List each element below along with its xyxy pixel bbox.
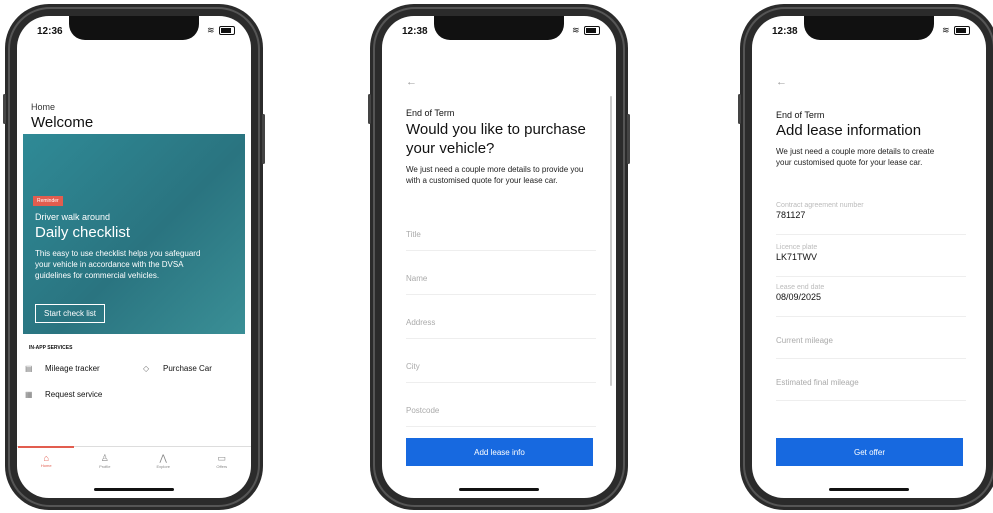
contract-number-field[interactable]: Contract agreement number 781127: [776, 202, 966, 235]
status-time: 12:38: [402, 26, 428, 37]
battery-icon: [584, 26, 600, 36]
battery-icon: [954, 26, 970, 36]
odometer-icon: ▤: [25, 364, 33, 373]
description: We just need a couple more details to pr…: [406, 165, 584, 185]
tab-explore[interactable]: ⋀ Explore: [143, 447, 183, 487]
phone-lease-information: 12:38 ≋ ← End of Term Add lease informat…: [738, 4, 993, 510]
page-title: Welcome: [31, 114, 94, 131]
service-mileage-tracker[interactable]: ▤ Mileage tracker: [25, 364, 100, 373]
tab-profile[interactable]: ♙ Profile: [85, 447, 125, 487]
page-title: Would you like to purchase your vehicle?: [406, 121, 586, 157]
daily-checklist-card[interactable]: Reminder Driver walk around Daily checkl…: [23, 134, 245, 334]
power-button: [262, 114, 265, 164]
hero-title: Daily checklist: [35, 224, 131, 241]
screen: 12:38 ≋ ← End of Term Add lease informat…: [752, 16, 986, 498]
back-arrow-icon[interactable]: ←: [406, 76, 417, 88]
current-mileage-field[interactable]: Current mileage: [776, 336, 966, 359]
volume-button: [368, 94, 371, 124]
status-icons: ≋: [942, 25, 970, 36]
power-button: [627, 114, 630, 164]
status-icons: ≋: [207, 25, 235, 36]
start-checklist-button[interactable]: Start check list: [35, 304, 106, 323]
explore-icon: ⋀: [159, 453, 167, 463]
field-label: Licence plate: [776, 244, 818, 251]
back-arrow-icon[interactable]: ←: [776, 76, 787, 88]
tab-label: Profile: [99, 464, 111, 469]
service-label: Purchase Car: [163, 364, 212, 373]
lease-end-date-field[interactable]: Lease end date 08/09/2025: [776, 284, 966, 317]
battery-icon: [219, 26, 235, 36]
services-heading: IN-APP SERVICES: [29, 345, 73, 351]
field-placeholder: Current mileage: [776, 336, 833, 345]
screen: 12:38 ≋ ← End of Term Would you like to …: [382, 16, 616, 498]
postcode-field[interactable]: Postcode: [406, 406, 596, 427]
home-icon: ⌂: [43, 453, 49, 463]
field-label: Contract agreement number: [776, 202, 864, 209]
phone-purchase-vehicle: 12:38 ≋ ← End of Term Would you like to …: [368, 4, 630, 510]
field-value: LK71TWV: [776, 252, 818, 262]
page-title: Add lease information: [776, 122, 922, 139]
field-placeholder: Title: [406, 230, 421, 239]
wifi-icon: ≋: [941, 25, 951, 35]
licence-plate-field[interactable]: Licence plate LK71TWV: [776, 244, 966, 277]
field-placeholder: Postcode: [406, 406, 440, 415]
city-field[interactable]: City: [406, 362, 596, 383]
notch: [69, 16, 199, 40]
service-request-service[interactable]: ▦ Request service: [25, 390, 102, 399]
name-field[interactable]: Name: [406, 274, 596, 295]
description: We just need a couple more details to cr…: [776, 147, 935, 167]
screen: 12:36 ≋ Home Welcome Reminder Driver wal…: [17, 16, 251, 498]
volume-button: [738, 94, 741, 124]
tab-label: Home: [40, 463, 52, 468]
add-lease-info-button[interactable]: Add lease info: [406, 438, 593, 466]
home-indicator: [459, 488, 539, 491]
eyebrow: End of Term: [776, 110, 825, 120]
status-time: 12:38: [772, 26, 798, 37]
wifi-icon: ≋: [571, 25, 581, 35]
hero-description: This easy to use checklist helps you saf…: [35, 249, 201, 280]
estimated-final-mileage-field[interactable]: Estimated final mileage: [776, 378, 966, 401]
tab-offers[interactable]: ▭ Offers: [202, 447, 242, 487]
eyebrow: End of Term: [406, 108, 455, 118]
service-label: Request service: [45, 390, 103, 399]
wifi-icon: ≋: [206, 25, 216, 35]
service-label: Mileage tracker: [45, 364, 100, 373]
notch: [804, 16, 934, 40]
field-placeholder: City: [406, 362, 420, 371]
breadcrumb: Home: [31, 102, 56, 112]
title-field[interactable]: Title: [406, 230, 596, 251]
tag-icon: ◇: [143, 364, 150, 373]
hero-subtitle: Driver walk around: [35, 212, 111, 222]
home-indicator: [94, 488, 174, 491]
get-offer-button[interactable]: Get offer: [776, 438, 963, 466]
address-field[interactable]: Address: [406, 318, 596, 339]
field-placeholder: Estimated final mileage: [776, 378, 859, 387]
home-indicator: [829, 488, 909, 491]
field-placeholder: Name: [406, 274, 428, 283]
status-time: 12:36: [37, 26, 63, 37]
service-purchase-car[interactable]: ◇ Purchase Car: [143, 364, 212, 373]
field-value: 781127: [776, 210, 806, 220]
reminder-badge: Reminder: [33, 196, 63, 206]
volume-button: [3, 94, 6, 124]
tab-bar: ⌂ Home ♙ Profile ⋀ Explore ▭ Offers: [17, 446, 251, 487]
phone-home: 12:36 ≋ Home Welcome Reminder Driver wal…: [3, 4, 265, 510]
tab-label: Explore: [156, 464, 171, 469]
tab-home[interactable]: ⌂ Home: [18, 446, 75, 487]
field-placeholder: Address: [406, 318, 436, 327]
profile-icon: ♙: [100, 453, 109, 463]
scrollbar[interactable]: [610, 96, 612, 386]
notch: [434, 16, 564, 40]
calendar-icon: ▦: [25, 390, 33, 399]
offers-icon: ▭: [217, 453, 226, 463]
status-icons: ≋: [572, 25, 600, 36]
field-value: 08/09/2025: [776, 292, 822, 302]
tab-label: Offers: [216, 464, 228, 469]
field-label: Lease end date: [776, 284, 825, 291]
